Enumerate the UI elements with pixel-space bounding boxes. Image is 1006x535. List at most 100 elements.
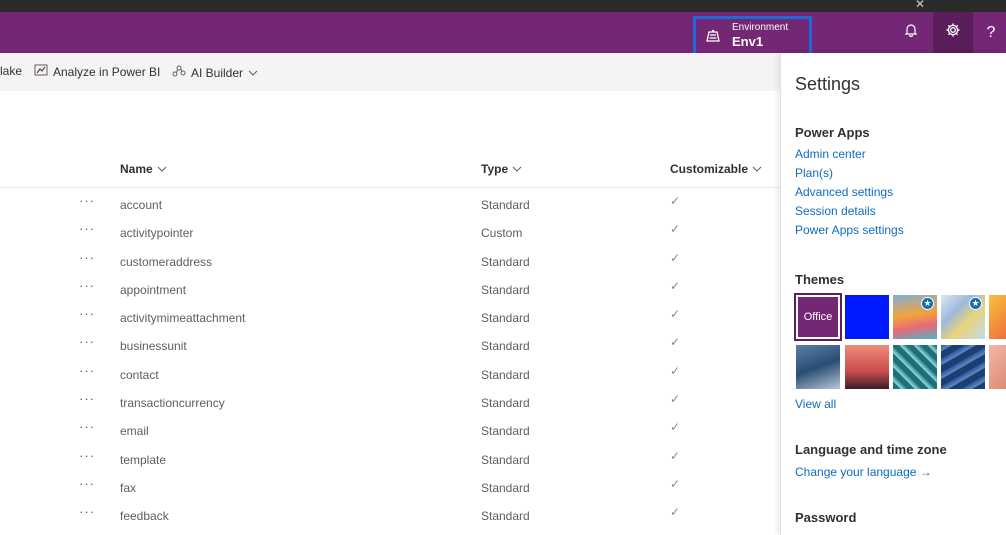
column-label: Name — [120, 162, 153, 176]
row-name[interactable]: activitymimeattachment — [120, 311, 245, 325]
theme-palms[interactable] — [845, 345, 889, 389]
check-icon: ✓ — [670, 505, 681, 520]
row-name[interactable]: customeraddress — [120, 255, 212, 269]
view-all-themes-link[interactable]: View all — [795, 397, 836, 411]
command-ai-builder[interactable]: AI Builder — [172, 64, 258, 81]
plans-link[interactable]: Plan(s) — [795, 166, 833, 180]
help-button[interactable]: ? — [976, 12, 1006, 53]
table-row[interactable]: ··· fax Standard ✓ — [0, 472, 780, 500]
row-name[interactable]: activitypointer — [120, 226, 193, 240]
row-name[interactable]: fax — [120, 481, 136, 495]
theme-sunset[interactable]: ★ — [893, 295, 937, 339]
row-name[interactable]: contact — [120, 368, 159, 382]
star-icon: ★ — [969, 297, 982, 310]
settings-title: Settings — [795, 74, 861, 94]
check-icon: ✓ — [670, 194, 681, 208]
row-type: Standard — [481, 480, 530, 495]
environment-icon — [705, 29, 721, 48]
theme-abstract[interactable]: ★ — [941, 295, 985, 339]
advanced-settings-link[interactable]: Advanced settings — [795, 185, 893, 199]
gear-icon — [945, 22, 961, 43]
theme-grid[interactable] — [941, 345, 985, 389]
theme-warm[interactable] — [989, 295, 1006, 339]
chevron-down-icon — [512, 162, 522, 176]
row-name[interactable]: feedback — [120, 509, 169, 523]
row-name[interactable]: transactioncurrency — [120, 396, 225, 410]
check-icon: ✓ — [670, 335, 681, 350]
row-type: Custom — [481, 226, 523, 241]
row-type: Standard — [481, 424, 530, 439]
table-row[interactable]: ··· template Standard ✓ — [0, 444, 780, 472]
row-name[interactable]: template — [120, 453, 166, 467]
table-row[interactable]: ··· email Standard ✓ — [0, 415, 780, 443]
more-options-icon[interactable]: ··· — [79, 504, 95, 519]
table-row[interactable]: ··· customeraddress Standard ✓ — [0, 246, 780, 274]
more-options-icon[interactable]: ··· — [79, 221, 95, 236]
bell-icon — [904, 23, 918, 42]
more-options-icon[interactable]: ··· — [79, 419, 95, 434]
more-options-icon[interactable]: ··· — [79, 250, 95, 265]
power-apps-heading: Power Apps — [795, 125, 870, 140]
top-app-bar: Environment Env1 ? — [0, 12, 1006, 60]
command-bar: lake Analyze in Power BI AI Builder — [0, 53, 780, 91]
row-name[interactable]: email — [120, 424, 149, 438]
row-type: Standard — [481, 339, 530, 354]
admin-center-link[interactable]: Admin center — [795, 147, 866, 161]
row-type: Standard — [481, 396, 530, 411]
theme-mountain[interactable] — [796, 345, 840, 389]
environment-label: Environment — [732, 22, 789, 33]
theme-peach[interactable] — [989, 345, 1006, 389]
row-name[interactable]: appointment — [120, 283, 186, 297]
command-lake[interactable]: lake — [0, 64, 22, 78]
more-options-icon[interactable]: ··· — [79, 278, 95, 293]
more-options-icon[interactable]: ··· — [79, 306, 95, 321]
change-language-link[interactable]: Change your language → — [795, 465, 932, 479]
notifications-button[interactable] — [891, 12, 931, 53]
table-row[interactable]: ··· appointment Standard ✓ — [0, 274, 780, 302]
language-heading: Language and time zone — [795, 442, 947, 457]
session-details-link[interactable]: Session details — [795, 204, 876, 218]
table-row[interactable]: ··· activitypointer Custom ✓ — [0, 217, 780, 245]
column-header-name[interactable]: Name — [120, 162, 167, 176]
column-label: Customizable — [670, 162, 749, 176]
settings-button[interactable] — [933, 12, 973, 53]
column-header-customizable[interactable]: Customizable — [670, 162, 762, 176]
environment-name: Env1 — [732, 34, 764, 49]
chevron-down-icon — [248, 66, 258, 80]
command-analyze-power-bi[interactable]: Analyze in Power BI — [34, 64, 160, 79]
more-options-icon[interactable]: ··· — [79, 363, 95, 378]
more-options-icon[interactable]: ··· — [79, 391, 95, 406]
table-row[interactable]: ··· feedback Standard ✓ — [0, 500, 780, 528]
table-row[interactable]: ··· businessunit Standard ✓ — [0, 330, 780, 358]
ai-builder-icon — [172, 64, 186, 81]
table-row[interactable]: ··· contact Standard ✓ — [0, 359, 780, 387]
close-icon[interactable]: ✕ — [915, 0, 925, 11]
theme-office[interactable]: Office — [794, 293, 842, 341]
more-options-icon[interactable]: ··· — [79, 193, 95, 208]
check-icon: ✓ — [670, 222, 681, 237]
command-label: AI Builder — [191, 65, 244, 80]
column-header-type[interactable]: Type — [481, 162, 522, 176]
check-icon: ✓ — [670, 278, 681, 293]
more-options-icon[interactable]: ··· — [79, 334, 95, 349]
check-icon: ✓ — [670, 363, 681, 378]
row-type: Standard — [481, 367, 530, 382]
more-options-icon[interactable]: ··· — [79, 448, 95, 463]
theme-circuit[interactable] — [893, 345, 937, 389]
power-apps-settings-link[interactable]: Power Apps settings — [795, 223, 904, 237]
check-icon: ✓ — [670, 250, 681, 265]
themes-heading: Themes — [795, 272, 845, 287]
check-icon: ✓ — [670, 448, 681, 463]
row-name[interactable]: account — [120, 198, 162, 212]
table-row[interactable]: ··· transactioncurrency Standard ✓ — [0, 387, 780, 415]
more-options-icon[interactable]: ··· — [79, 476, 95, 491]
table-header: Name Type Customizable — [0, 150, 780, 188]
column-label: Type — [481, 162, 509, 176]
row-type: Standard — [481, 311, 530, 326]
table-row[interactable]: ··· account Standard ✓ — [0, 189, 780, 217]
theme-blue[interactable] — [845, 295, 889, 339]
check-icon: ✓ — [670, 307, 681, 322]
row-type: Standard — [481, 452, 530, 467]
table-row[interactable]: ··· activitymimeattachment Standard ✓ — [0, 302, 780, 330]
row-name[interactable]: businessunit — [120, 339, 187, 353]
